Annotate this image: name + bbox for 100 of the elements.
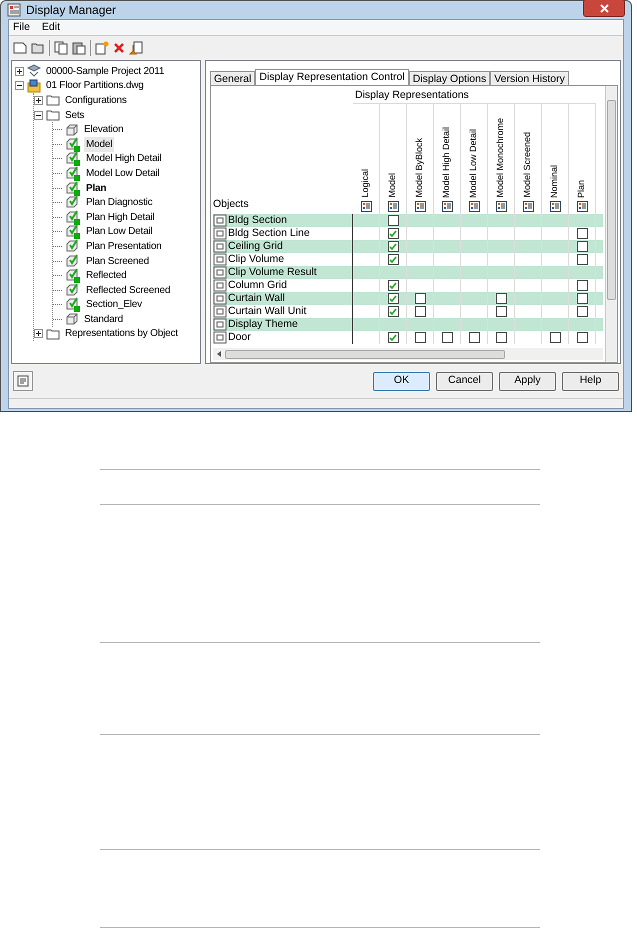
checkbox[interactable] bbox=[442, 332, 452, 343]
representation-icon bbox=[414, 201, 426, 212]
tree-item[interactable]: Plan Low Detail bbox=[84, 224, 154, 240]
tree-item[interactable]: Standard bbox=[82, 312, 125, 327]
checkbox[interactable] bbox=[496, 306, 506, 317]
column-header: Model Screened bbox=[521, 132, 534, 198]
tree-item[interactable]: Reflected bbox=[84, 268, 128, 284]
copy-icon[interactable] bbox=[54, 41, 68, 55]
expand-icon[interactable] bbox=[15, 66, 24, 76]
collapse-icon[interactable] bbox=[15, 81, 24, 90]
expand-icon[interactable] bbox=[34, 96, 43, 105]
checkbox[interactable] bbox=[576, 254, 588, 265]
tree-item[interactable]: Reflected Screened bbox=[84, 282, 172, 298]
object-name: Bldg Section Line bbox=[228, 226, 310, 241]
folder-icon bbox=[46, 94, 60, 106]
representation-icon bbox=[442, 201, 452, 212]
tree-item[interactable]: Model Low Detail bbox=[84, 166, 162, 181]
column-header: Model High Detail bbox=[440, 126, 452, 198]
checkbox[interactable] bbox=[414, 306, 426, 317]
checkbox[interactable] bbox=[388, 228, 398, 239]
dialog-button[interactable]: OK bbox=[373, 372, 430, 390]
tree-item[interactable]: Model bbox=[84, 136, 114, 152]
new-icon[interactable] bbox=[13, 42, 27, 54]
menu-item[interactable]: Edit bbox=[42, 20, 60, 36]
checkbox[interactable] bbox=[388, 254, 398, 265]
project-icon bbox=[27, 64, 41, 78]
checkbox[interactable] bbox=[576, 228, 588, 239]
object-name: Clip Volume bbox=[228, 252, 284, 267]
delete-icon[interactable] bbox=[113, 42, 125, 54]
tree-item[interactable]: 00000-Sample Project 2011 bbox=[44, 64, 166, 79]
tab[interactable]: General bbox=[210, 71, 256, 85]
properties-button[interactable] bbox=[13, 371, 33, 391]
checkbox[interactable] bbox=[576, 306, 588, 317]
dialog-button[interactable]: Apply bbox=[499, 372, 556, 390]
cube-icon bbox=[65, 122, 79, 137]
checkbox[interactable] bbox=[576, 280, 588, 291]
purge-icon[interactable] bbox=[129, 41, 143, 55]
checkbox[interactable] bbox=[414, 293, 426, 304]
dialog-button[interactable]: Cancel bbox=[436, 372, 493, 390]
representation-icon bbox=[550, 201, 560, 212]
checked-cube-square-icon bbox=[65, 151, 81, 166]
horizontal-scrollbar[interactable] bbox=[225, 350, 505, 358]
dialog-button[interactable]: Help bbox=[562, 372, 619, 390]
tree-item[interactable]: Sets bbox=[63, 108, 86, 123]
column-group-header: Display Representations bbox=[353, 88, 596, 104]
object-name: Curtain Wall bbox=[228, 290, 285, 306]
column-header: Model Monochrome bbox=[494, 118, 506, 198]
column-header: Nominal bbox=[548, 164, 560, 198]
checkbox[interactable] bbox=[468, 332, 480, 343]
tree-item[interactable]: Plan Screened bbox=[84, 254, 152, 269]
tab[interactable]: Version History bbox=[490, 71, 569, 85]
app-icon bbox=[7, 3, 21, 17]
close-button[interactable] bbox=[583, 0, 625, 17]
tree-item[interactable]: Plan Diagnostic bbox=[84, 195, 154, 210]
checked-cube-square-icon bbox=[65, 224, 81, 240]
collapse-icon[interactable] bbox=[34, 110, 43, 120]
checked-cube-square-icon bbox=[65, 268, 81, 284]
tree-item[interactable]: Plan Presentation bbox=[84, 238, 164, 254]
tree-item[interactable]: Representations by Object bbox=[63, 326, 180, 342]
object-name: Door bbox=[228, 330, 251, 345]
checkbox[interactable] bbox=[388, 280, 398, 291]
object-name: Display Theme bbox=[228, 316, 298, 332]
tree-item[interactable]: Configurations bbox=[63, 92, 129, 108]
scroll-left-icon[interactable] bbox=[215, 350, 223, 358]
checkbox[interactable] bbox=[388, 293, 398, 304]
tree-item[interactable]: Plan High Detail bbox=[84, 210, 157, 225]
expand-icon[interactable] bbox=[34, 329, 43, 338]
representation-icon bbox=[496, 201, 506, 212]
folder-icon[interactable] bbox=[31, 42, 45, 54]
tab[interactable]: Display Options bbox=[408, 71, 490, 85]
drawing-icon bbox=[27, 78, 41, 93]
checkbox[interactable] bbox=[414, 332, 426, 343]
tree-item[interactable]: Elevation bbox=[82, 122, 126, 138]
tree-item[interactable]: Model High Detail bbox=[84, 151, 164, 166]
checkbox[interactable] bbox=[576, 293, 588, 304]
checkbox[interactable] bbox=[388, 215, 398, 226]
new-item-icon[interactable] bbox=[95, 41, 109, 55]
checkbox[interactable] bbox=[496, 293, 506, 304]
checked-cube-square-icon bbox=[65, 210, 81, 225]
object-name: Ceiling Grid bbox=[228, 238, 283, 254]
checkbox[interactable] bbox=[496, 332, 506, 343]
column-header: Model Low Detail bbox=[467, 128, 480, 198]
representation-icon bbox=[360, 201, 372, 212]
tab[interactable]: Display Representation Control bbox=[255, 69, 409, 85]
checkbox[interactable] bbox=[388, 241, 398, 252]
paste-icon[interactable] bbox=[72, 41, 86, 55]
checkbox[interactable] bbox=[388, 306, 398, 317]
tree-item[interactable]: Plan bbox=[84, 180, 108, 196]
folder-icon bbox=[46, 328, 60, 340]
tree-item[interactable]: Section_Elev bbox=[84, 297, 144, 312]
cube-icon bbox=[65, 312, 79, 326]
checkbox[interactable] bbox=[388, 332, 398, 343]
checkbox[interactable] bbox=[550, 332, 560, 343]
checkbox[interactable] bbox=[576, 241, 588, 252]
vertical-scrollbar[interactable] bbox=[605, 86, 617, 362]
tree-item[interactable]: 01 Floor Partitions.dwg bbox=[44, 78, 146, 94]
menu-item[interactable]: File bbox=[13, 20, 30, 36]
representation-icon bbox=[522, 201, 534, 212]
checkbox[interactable] bbox=[576, 332, 588, 343]
representation-icon bbox=[388, 201, 398, 212]
